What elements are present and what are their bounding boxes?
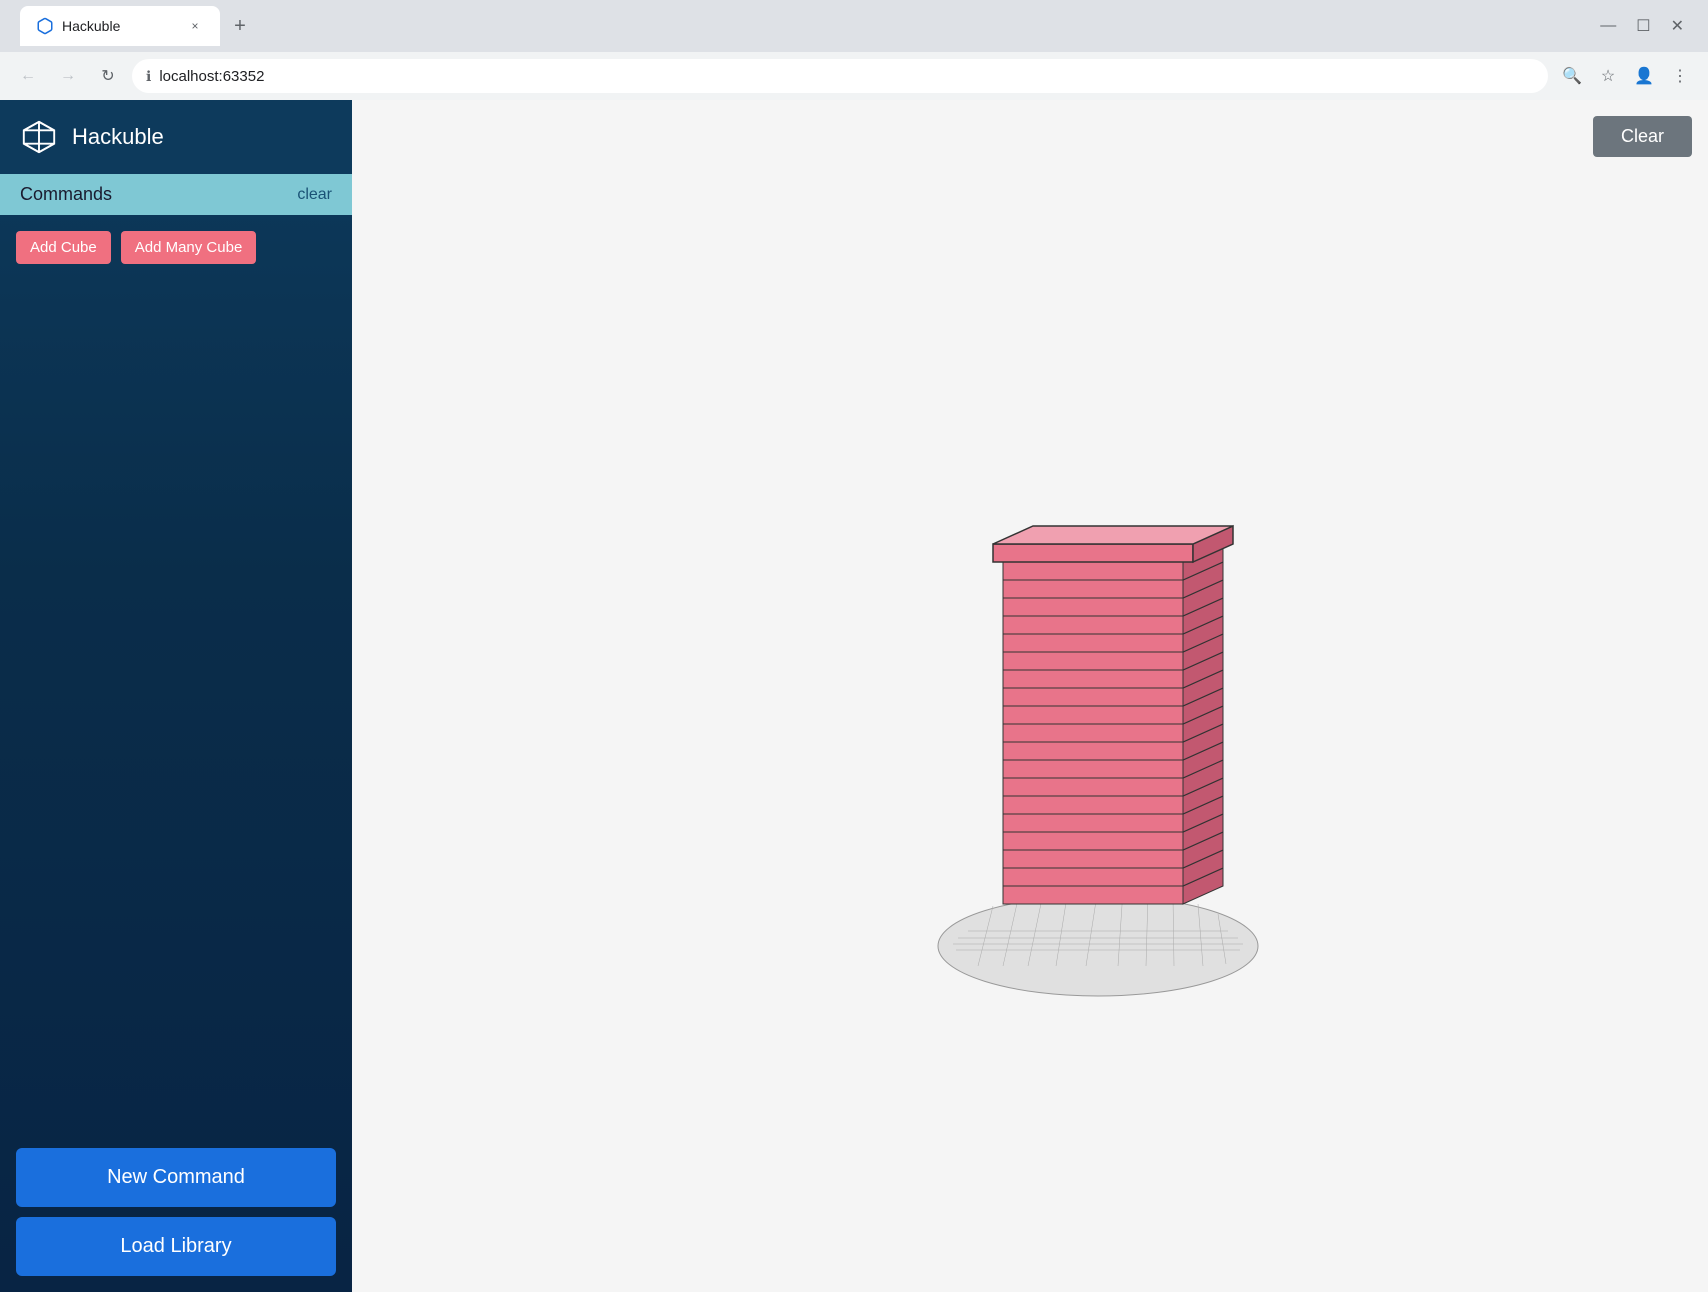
app-container: Hackuble Commands clear Add Cube Add Man…: [0, 100, 1708, 1292]
tower-visualization: // This is inline SVG, no script support…: [908, 386, 1288, 1006]
tab-bar: Hackuble × +: [12, 6, 264, 46]
commands-label: Commands: [20, 184, 112, 205]
browser-chrome: Hackuble × + — ☐ ✕ ← → ↻ ℹ localhost:633…: [0, 0, 1708, 100]
bookmark-button[interactable]: ☆: [1592, 60, 1624, 92]
3d-scene: // This is inline SVG, no script support…: [908, 386, 1288, 1006]
window-controls: — ☐ ✕: [1600, 16, 1696, 36]
clear-button[interactable]: Clear: [1593, 116, 1692, 157]
refresh-button[interactable]: ↻: [92, 60, 124, 92]
title-bar: Hackuble × + — ☐ ✕: [0, 0, 1708, 52]
info-icon: ℹ: [146, 68, 151, 85]
load-library-button[interactable]: Load Library: [16, 1217, 336, 1276]
active-tab[interactable]: Hackuble ×: [20, 6, 220, 46]
new-tab-button[interactable]: +: [224, 10, 256, 42]
sidebar-bottom: New Command Load Library: [0, 1132, 352, 1292]
slab-20-top: [993, 526, 1233, 562]
commands-clear-link[interactable]: clear: [297, 186, 332, 204]
tab-title: Hackuble: [62, 18, 178, 34]
address-bar[interactable]: ℹ localhost:63352: [132, 59, 1548, 93]
maximize-button[interactable]: ☐: [1636, 16, 1650, 36]
sidebar-title: Hackuble: [72, 124, 164, 150]
new-command-button[interactable]: New Command: [16, 1148, 336, 1207]
tab-favicon: [36, 17, 54, 35]
minimize-button[interactable]: —: [1600, 17, 1616, 35]
add-many-cube-button[interactable]: Add Many Cube: [121, 231, 257, 264]
profile-button[interactable]: 👤: [1628, 60, 1660, 92]
search-button[interactable]: 🔍: [1556, 60, 1588, 92]
back-button[interactable]: ←: [12, 60, 44, 92]
main-content: Clear: [352, 100, 1708, 1292]
menu-button[interactable]: ⋮: [1664, 60, 1696, 92]
forward-button[interactable]: →: [52, 60, 84, 92]
sidebar: Hackuble Commands clear Add Cube Add Man…: [0, 100, 352, 1292]
sidebar-header: Hackuble: [0, 100, 352, 174]
toolbar-icons: 🔍 ☆ 👤 ⋮: [1556, 60, 1696, 92]
hackuble-logo: [20, 118, 58, 156]
address-bar-row: ← → ↻ ℹ localhost:63352 🔍 ☆ 👤 ⋮: [0, 52, 1708, 100]
url-text: localhost:63352: [159, 68, 264, 85]
add-cube-button[interactable]: Add Cube: [16, 231, 111, 264]
close-button[interactable]: ✕: [1671, 16, 1684, 36]
command-buttons-container: Add Cube Add Many Cube: [16, 231, 336, 264]
tab-close-button[interactable]: ×: [186, 17, 204, 35]
commands-content: Add Cube Add Many Cube: [0, 215, 352, 1132]
commands-header: Commands clear: [0, 174, 352, 215]
